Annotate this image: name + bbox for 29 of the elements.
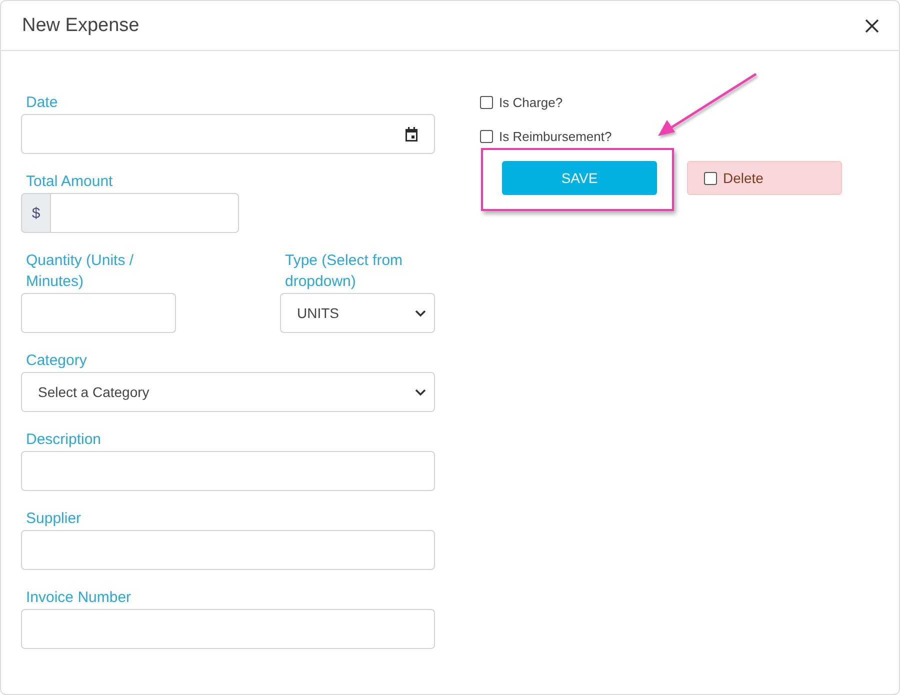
calendar-icon[interactable] (405, 126, 418, 142)
field-label: Invoice Number (25, 588, 132, 608)
field-label: Description (25, 430, 102, 450)
delete-label: Delete (723, 170, 764, 186)
dropdown-select[interactable]: Select a Category (21, 372, 435, 412)
checkbox[interactable] (704, 172, 717, 184)
date-field[interactable] (21, 114, 435, 154)
currency-addon: $ (21, 193, 50, 233)
text-field[interactable] (21, 451, 435, 491)
number-field[interactable] (21, 293, 176, 333)
field-label: Supplier (25, 509, 82, 529)
field-label: Total Amount (25, 172, 114, 192)
field-label: Date (25, 93, 59, 113)
chevron-down-icon (415, 310, 426, 316)
dropdown-select[interactable]: UNITS (280, 293, 435, 333)
field-label: Quantity (Units / Minutes) (25, 251, 135, 292)
chevron-down-icon (415, 388, 426, 396)
field-label: Category (25, 351, 88, 371)
checkbox[interactable] (480, 96, 493, 108)
close-icon (865, 18, 879, 32)
checkbox-label: Is Charge? (499, 94, 563, 110)
checkbox-label: Is Reimbursement? (499, 128, 612, 144)
text-field[interactable] (21, 530, 435, 570)
field-label: Type (Select from dropdown) (284, 251, 404, 292)
checkbox[interactable] (480, 130, 493, 142)
amount-field[interactable] (50, 193, 239, 233)
text-field[interactable] (21, 609, 435, 649)
dialog-title: New Expense (22, 14, 140, 36)
close-button[interactable] (863, 16, 881, 34)
